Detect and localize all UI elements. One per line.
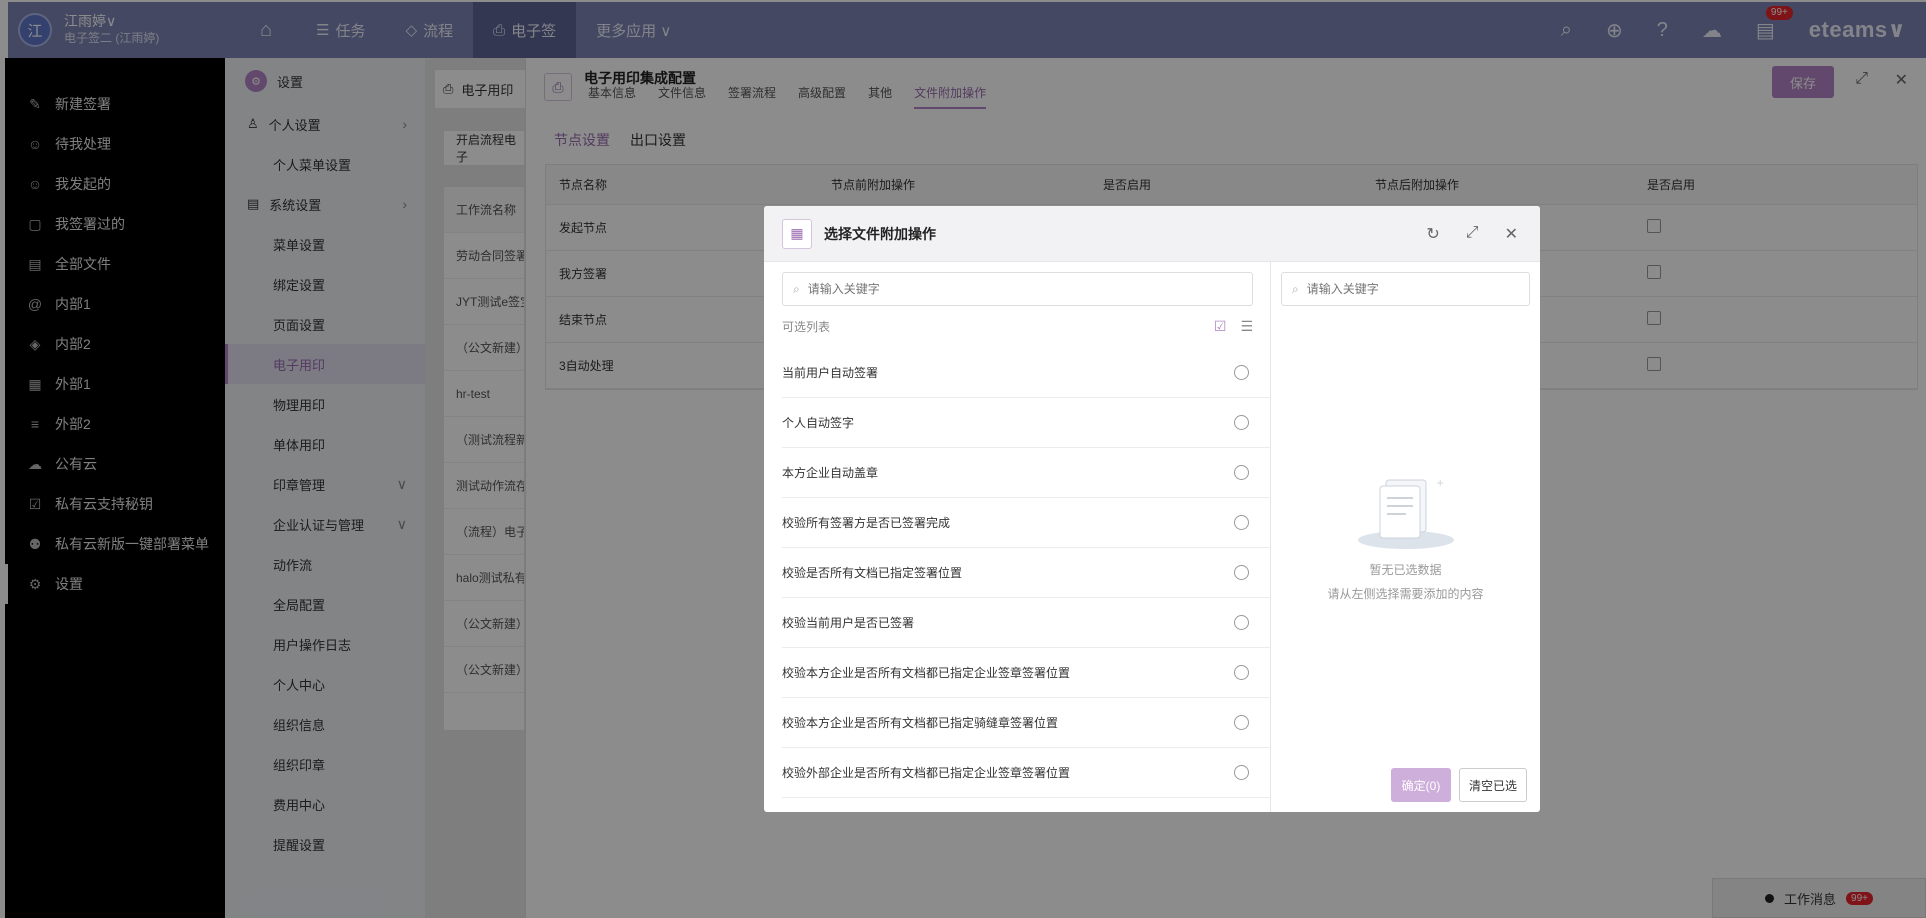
check-list-icon[interactable]: ☑ [1214, 318, 1227, 335]
radio-button[interactable] [1234, 465, 1249, 480]
empty-document-icon: + [1356, 472, 1456, 552]
radio-button[interactable] [1234, 515, 1249, 530]
radio-button[interactable] [1234, 765, 1249, 780]
radio-button[interactable] [1234, 415, 1249, 430]
dialog-title: 选择文件附加操作 [824, 225, 936, 242]
list-icon[interactable]: ☰ [1240, 318, 1253, 335]
list-item[interactable]: 当前用户自动签署 [782, 348, 1271, 398]
list-item[interactable]: 校验当前用户是否已签署 [782, 598, 1271, 648]
search-icon: ⌕ [793, 281, 800, 296]
radio-button[interactable] [1234, 665, 1249, 680]
expand-icon[interactable]: ⤢ [1466, 224, 1479, 244]
empty-hint: 请从左侧选择需要添加的内容 [1327, 587, 1484, 601]
options-header: 可选列表 ☑ ☰ [782, 317, 1253, 335]
clear-selected-button[interactable]: 清空已选 [1459, 768, 1527, 802]
empty-title: 暂无已选数据 [1369, 563, 1442, 577]
radio-button[interactable] [1234, 615, 1249, 630]
refresh-icon[interactable]: ↻ [1426, 224, 1439, 244]
list-item[interactable]: 本方企业自动盖章 [782, 448, 1271, 498]
radio-button[interactable] [1234, 715, 1249, 730]
dialog-header: ▦ 选择文件附加操作 ↻ ⤢ ✕ [764, 206, 1540, 262]
selected-search-field[interactable]: ⌕ [1281, 272, 1530, 306]
confirm-button[interactable]: 确定(0) [1391, 768, 1451, 802]
list-item[interactable]: 校验本方企业是否所有文档都已指定骑缝章签署位置 [782, 698, 1271, 748]
list-item[interactable]: 校验本方企业是否所有文档都已指定企业签章签署位置 [782, 648, 1271, 698]
list-item[interactable]: 个人自动签字 [782, 398, 1271, 448]
list-item[interactable]: 校验所有签署方是否已签署完成 [782, 498, 1271, 548]
list-item[interactable]: 校验是否所有文档已指定签署位置 [782, 548, 1271, 598]
table-icon: ▦ [782, 218, 812, 249]
options-pane: ⌕ 可选列表 ☑ ☰ 当前用户自动签署 个人自动签字 本方企业自动盖章 校验所有… [764, 262, 1271, 812]
empty-state: + 暂无已选数据 请从左侧选择需要添加的内容 [1271, 472, 1540, 606]
svg-text:+: + [1436, 478, 1444, 489]
list-item[interactable]: 校验外部企业是否所有文档都已指定企业签章签署位置 [782, 748, 1271, 798]
close-icon[interactable]: ✕ [1505, 224, 1518, 244]
radio-button[interactable] [1234, 565, 1249, 580]
search-input[interactable] [807, 282, 1221, 296]
selected-search-input[interactable] [1306, 282, 1521, 296]
select-file-operation-dialog: ▦ 选择文件附加操作 ↻ ⤢ ✕ ⌕ 可选列表 ☑ ☰ 当前用户自动签署 [764, 206, 1540, 812]
app-root: 江 江雨婷∨ 电子签二 (江雨婷) ⌂ ☰ 任务 ◇ 流程 ⎙ 电子签 更多应用 ∨ … [0, 0, 1926, 918]
radio-button[interactable] [1234, 365, 1249, 380]
search-field[interactable]: ⌕ [782, 272, 1253, 306]
search-icon: ⌕ [1292, 281, 1299, 296]
options-list: 当前用户自动签署 个人自动签字 本方企业自动盖章 校验所有签署方是否已签署完成 … [782, 348, 1271, 798]
selected-pane: ⌕ + 暂无已选数据 请从左侧选择需要添加的内容 [1271, 262, 1540, 812]
